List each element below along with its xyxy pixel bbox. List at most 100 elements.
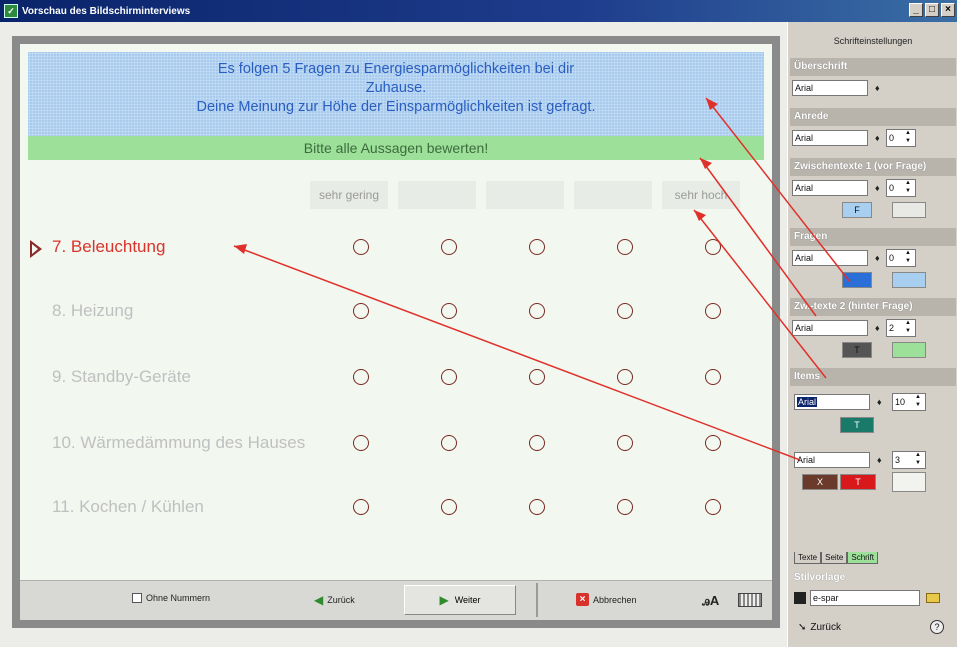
ueberschrift-font-select[interactable]: Arial: [792, 80, 868, 96]
size-marker-icon: ♦: [875, 323, 880, 333]
rating-radio-5[interactable]: [705, 369, 721, 385]
cancel-button[interactable]: × Abbrechen: [576, 593, 637, 606]
scale-label-low: sehr gering: [310, 181, 388, 209]
panel-title: Schrifteinstellungen: [833, 36, 913, 46]
cancel-label: Abbrechen: [593, 594, 637, 605]
rating-radio-1[interactable]: [353, 435, 369, 451]
rating-radio-3[interactable]: [529, 239, 545, 255]
rating-radio-3[interactable]: [529, 303, 545, 319]
keyboard-icon: [738, 593, 762, 607]
answers-size-stepper[interactable]: 3: [892, 451, 926, 469]
rating-radio-5[interactable]: [705, 499, 721, 515]
zwischentexte1-bg-color[interactable]: [892, 202, 926, 218]
close-button[interactable]: ×: [941, 3, 955, 17]
answers-border-color[interactable]: X: [802, 474, 838, 490]
rating-radio-2[interactable]: [441, 303, 457, 319]
zwtexte2-text-color[interactable]: T: [842, 342, 872, 358]
cancel-x-icon: ×: [576, 593, 589, 606]
answers-bg-color[interactable]: [892, 472, 926, 492]
rating-radio-4[interactable]: [617, 303, 633, 319]
stilvorlage-input[interactable]: e-spar: [810, 590, 920, 606]
window-titlebar: ✓ Vorschau des Bildschirminterviews _ □ …: [0, 0, 957, 22]
tab-schrift[interactable]: Schrift: [847, 552, 879, 564]
rating-radio-4[interactable]: [617, 435, 633, 451]
section-ueberschrift: Überschrift: [790, 58, 956, 76]
next-button[interactable]: ▶ Weiter: [404, 585, 516, 615]
help-icon[interactable]: ?: [930, 620, 944, 634]
section-zwtexte2: Zw.-texte 2 (hinter Frage): [790, 298, 956, 316]
rating-radio-5[interactable]: [705, 303, 721, 319]
rating-radio-3[interactable]: [529, 369, 545, 385]
section-anrede: Anrede: [790, 108, 956, 126]
stilvorlage-label: Stilvorlage: [794, 572, 846, 583]
scale-label-3: [486, 181, 564, 209]
answers-font-select[interactable]: Arial: [794, 452, 870, 468]
items-font-select[interactable]: Arial: [794, 394, 870, 410]
back-button[interactable]: ◀ Zurück: [314, 593, 355, 607]
items-size-stepper[interactable]: 10: [892, 393, 926, 411]
rating-radio-4[interactable]: [617, 369, 633, 385]
rating-radio-2[interactable]: [441, 499, 457, 515]
heading-line-3: Deine Meinung zur Höhe der Einsparmöglic…: [196, 99, 596, 115]
rating-radio-1[interactable]: [353, 239, 369, 255]
subheading-box: Bitte alle Aussagen bewerten!: [28, 136, 764, 160]
scale-label-4: [574, 181, 652, 209]
rating-radio-2[interactable]: [441, 239, 457, 255]
fragen-font-select[interactable]: Arial: [792, 250, 868, 266]
maximize-button[interactable]: □: [925, 3, 939, 17]
rating-radio-1[interactable]: [353, 303, 369, 319]
checkbox-box[interactable]: [132, 593, 142, 603]
question-label: 7. Beleuchtung: [52, 237, 166, 256]
tab-seite[interactable]: Seite: [821, 552, 848, 564]
rating-radio-2[interactable]: [441, 369, 457, 385]
rating-radio-1[interactable]: [353, 499, 369, 515]
navigation-bar: Ohne Nummern ◀ Zurück ▶ Weiter × Abbrech…: [20, 580, 772, 620]
settings-tabs: Texte Seite Schrift: [794, 552, 879, 564]
panel-back-label: Zurück: [810, 622, 841, 633]
rating-radio-3[interactable]: [529, 499, 545, 515]
zwtexte2-font-select[interactable]: Arial: [792, 320, 868, 336]
size-marker-icon: ♦: [875, 183, 880, 193]
keyboard-button[interactable]: [738, 593, 762, 607]
rating-radio-1[interactable]: [353, 369, 369, 385]
rating-radio-5[interactable]: [705, 435, 721, 451]
size-marker-icon: ♦: [877, 455, 882, 465]
minimize-button[interactable]: _: [909, 3, 923, 17]
current-question-marker-icon: [30, 240, 42, 258]
panel-back-button[interactable]: ➘ Zurück: [798, 622, 841, 633]
rating-radio-4[interactable]: [617, 239, 633, 255]
ohne-nummern-label: Ohne Nummern: [146, 593, 211, 603]
save-icon[interactable]: [794, 592, 806, 604]
question-label: 10. Wärmedämmung des Hauses: [52, 433, 306, 452]
rating-radio-2[interactable]: [441, 435, 457, 451]
scale-label-high: sehr hoch: [662, 181, 740, 209]
answers-text-color[interactable]: T: [840, 474, 876, 490]
rating-radio-4[interactable]: [617, 499, 633, 515]
zwischentexte1-text-color[interactable]: F: [842, 202, 872, 218]
heading-line-1: Es folgen 5 Fragen zu Energiesparmöglich…: [217, 61, 575, 77]
tab-texte[interactable]: Texte: [794, 552, 822, 564]
rating-radio-3[interactable]: [529, 435, 545, 451]
rating-radio-5[interactable]: [705, 239, 721, 255]
zwtexte2-size-stepper[interactable]: 2: [886, 319, 916, 337]
size-marker-icon: ♦: [875, 133, 880, 143]
size-marker-icon: ♦: [875, 253, 880, 263]
ohne-nummern-checkbox[interactable]: Ohne Nummern: [132, 593, 210, 603]
fragen-text-color[interactable]: [842, 272, 872, 288]
zwischentexte1-font-select[interactable]: Arial: [792, 180, 868, 196]
zwischentexte1-size-stepper[interactable]: 0: [886, 179, 916, 197]
section-items: Items: [790, 368, 956, 386]
divider: [536, 583, 538, 617]
fragen-size-stepper[interactable]: 0: [886, 249, 916, 267]
font-size-icon[interactable]: ꭿA: [702, 593, 719, 609]
folder-open-icon[interactable]: [926, 593, 940, 603]
zwtexte2-bg-color[interactable]: [892, 342, 926, 358]
window-title: Vorschau des Bildschirminterviews: [22, 5, 191, 17]
fragen-bg-color[interactable]: [892, 272, 926, 288]
anrede-size-stepper[interactable]: 0: [886, 129, 916, 147]
items-text-color[interactable]: T: [840, 417, 874, 433]
anrede-font-select[interactable]: Arial: [792, 130, 868, 146]
font-settings-panel: Schrifteinstellungen Überschrift Arial ♦…: [787, 22, 957, 647]
arrow-left-icon: ◀: [314, 593, 324, 607]
heading-line-2: Zuhause.: [365, 80, 427, 96]
